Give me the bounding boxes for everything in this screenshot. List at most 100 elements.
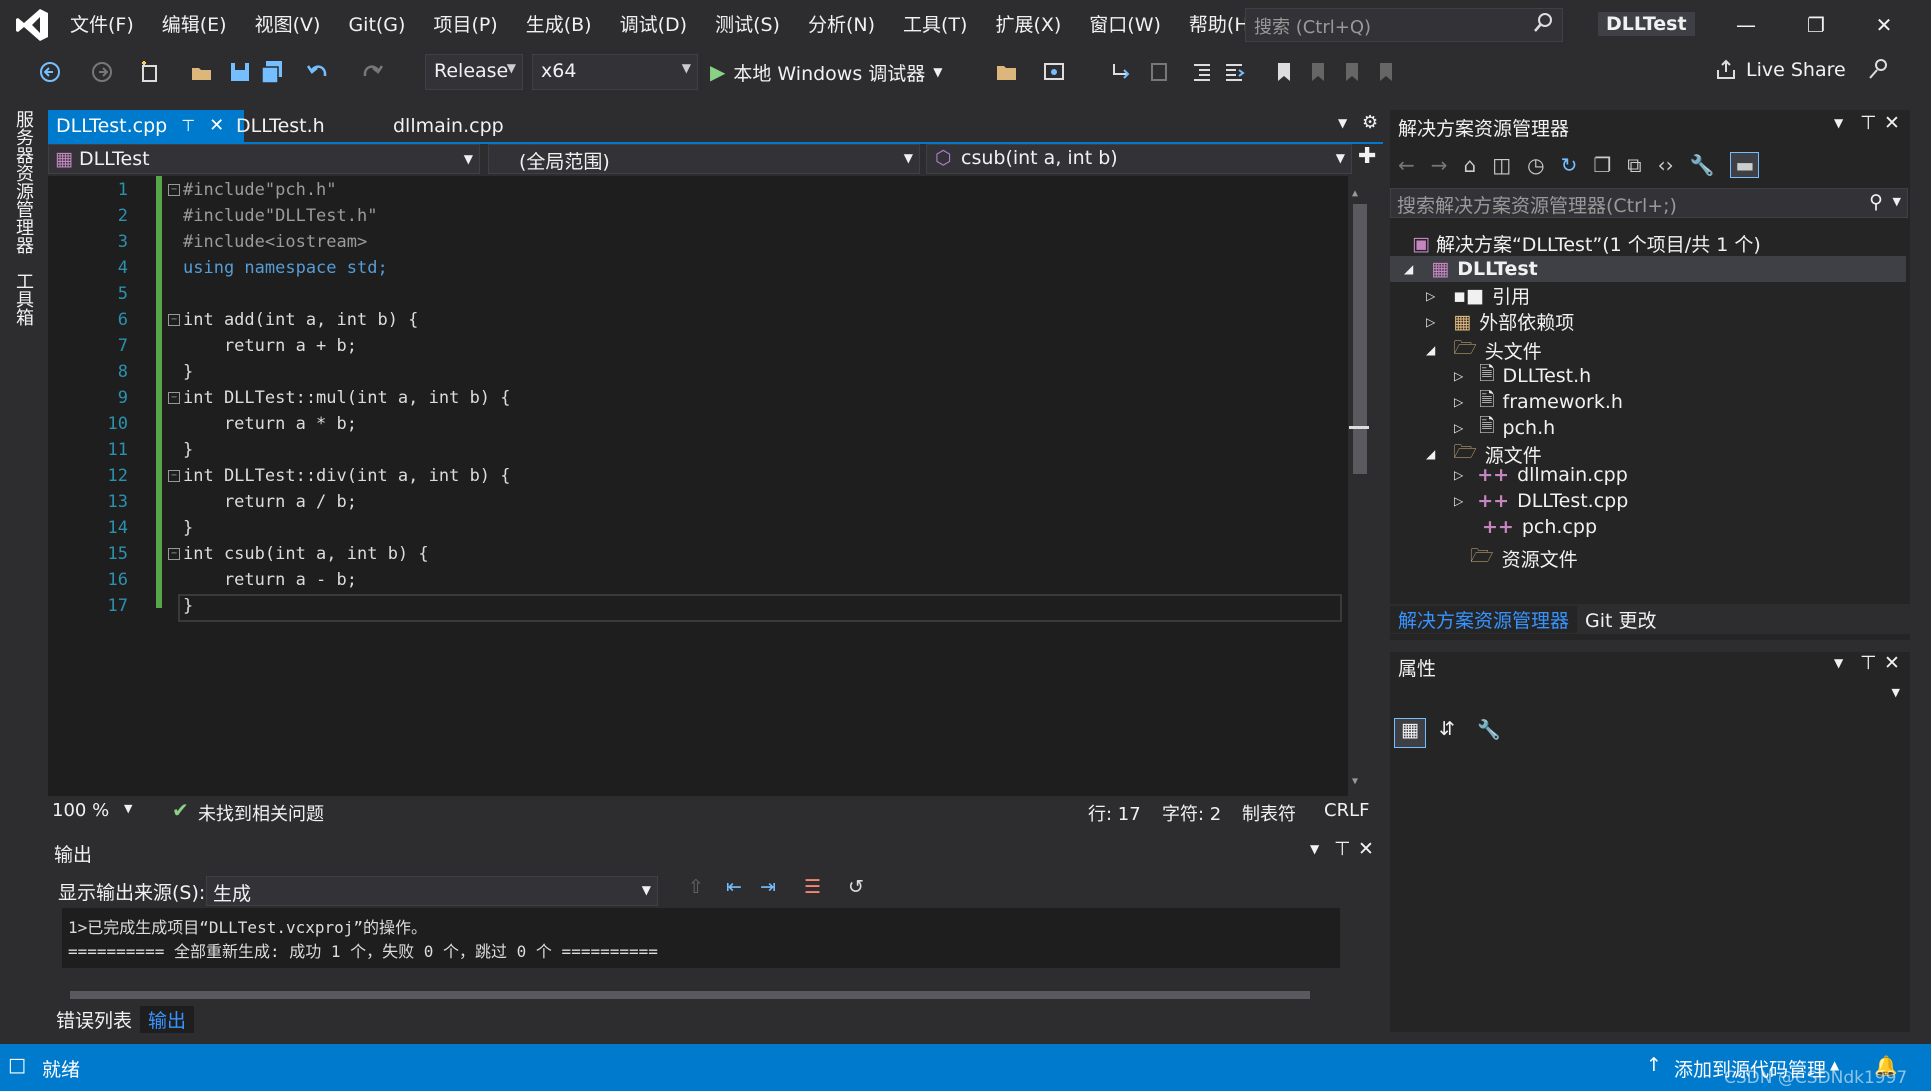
new-project-icon[interactable] [138,60,162,84]
chevron-down-icon[interactable]: ▼ [1834,656,1843,670]
tree-node-pch-cpp[interactable]: ++ pch.cpp [1482,516,1597,538]
collapse-toggle[interactable]: − [168,392,180,404]
open-folder-icon[interactable] [995,60,1019,84]
live-share-button[interactable]: Live Share [1714,58,1846,82]
server-explorer-tab[interactable]: 服务器资源管理器 [10,110,36,254]
menu-git[interactable]: Git(G) [334,0,419,50]
start-debugging-button[interactable]: ▶ 本地 Windows 调试器 ▼ [710,55,943,89]
menu-edit[interactable]: 编辑(E) [148,0,241,50]
navigate-back-icon[interactable] [38,60,62,84]
property-pages-icon[interactable]: 🔧 [1474,718,1504,746]
chevron-down-icon[interactable]: ▼ [124,802,132,815]
collapse-toggle[interactable]: − [168,470,180,482]
previous-bookmark-icon[interactable] [1306,60,1330,84]
forward-icon[interactable]: → [1431,153,1448,177]
solution-explorer-search[interactable]: 搜索解决方案资源管理器(Ctrl+;) ⚲ ▼ [1390,188,1908,218]
menu-test[interactable]: 测试(S) [701,0,794,50]
close-icon[interactable]: ✕ [1884,112,1900,134]
output-window-icon[interactable]: □ [8,1054,26,1076]
tree-node-dllmain-cpp[interactable]: ▷ ++ dllmain.cpp [1454,464,1628,486]
collapse-toggle[interactable]: − [168,184,180,196]
close-window-button[interactable]: ✕ [1864,10,1904,40]
preview-icon[interactable]: ▬ [1730,152,1760,178]
tab-error-list[interactable]: 错误列表 [48,1006,140,1033]
tree-node-references[interactable]: ▷ ▪■ 引用 [1426,282,1530,309]
step-over-icon[interactable] [1148,60,1172,84]
output-vertical-scrollbar[interactable] [1340,908,1362,988]
issues-indicator[interactable]: 未找到相关问题 [198,800,324,826]
editor-vertical-scrollbar[interactable]: ▲ ▼ [1348,176,1370,796]
show-all-files-icon[interactable]: ⧉ [1627,153,1641,177]
save-icon[interactable] [228,60,252,84]
tab-output[interactable]: 输出 [140,1005,195,1033]
solution-platform-dropdown[interactable]: x64 ▼ [532,54,698,90]
solution-configuration-dropdown[interactable]: Release ▼ [425,54,523,90]
minimize-button[interactable]: — [1726,10,1766,40]
clear-all-icon[interactable]: ☰ [804,876,821,898]
split-window-icon[interactable]: ✚ [1358,144,1376,169]
menu-tools[interactable]: 工具(T) [889,0,981,50]
next-message-icon[interactable]: ⇥ [760,876,776,898]
gear-icon[interactable]: ⚙ [1362,112,1378,133]
pin-icon[interactable]: ⊤ [1334,838,1351,860]
indent-mode-indicator[interactable]: 制表符 [1242,800,1296,826]
switch-views-icon[interactable]: ◫ [1492,153,1511,177]
browser-link-icon[interactable] [1042,60,1066,84]
tab-dlltest-h[interactable]: DLLTest.h [228,110,333,142]
tree-node-dlltest-cpp[interactable]: ▷ ++ DLLTest.cpp [1454,490,1628,512]
step-into-icon[interactable] [1110,60,1134,84]
project-node[interactable]: ◢ ▦ DLLTest [1390,256,1906,282]
menu-extensions[interactable]: 扩展(X) [981,0,1075,50]
back-icon[interactable]: ← [1398,153,1415,177]
restore-button[interactable]: ❐ [1796,10,1836,40]
home-icon[interactable]: ⌂ [1464,153,1477,177]
menu-file[interactable]: 文件(F) [56,0,148,50]
next-bookmark-icon[interactable] [1340,60,1364,84]
clear-bookmarks-icon[interactable] [1374,60,1398,84]
menu-window[interactable]: 窗口(W) [1075,0,1175,50]
undo-icon[interactable] [306,60,330,84]
view-code-icon[interactable]: ‹› [1658,153,1674,177]
chevron-down-icon[interactable]: ▼ [1834,116,1843,130]
scroll-down-icon[interactable]: ▼ [1352,776,1358,787]
pin-icon[interactable]: ⊤ [181,110,195,142]
scrollbar-thumb[interactable] [70,991,1310,999]
pin-icon[interactable]: ⊤ [1860,112,1877,134]
close-icon[interactable]: ✕ [1884,652,1900,674]
tab-dllmain-cpp[interactable]: dllmain.cpp [385,110,512,142]
indent-icon[interactable] [1190,60,1214,84]
pending-changes-icon[interactable]: ◷ [1527,153,1544,177]
zoom-dropdown[interactable]: 100 % [52,800,109,821]
collapse-all-icon[interactable]: ❐ [1593,153,1611,177]
save-all-icon[interactable] [260,60,284,84]
menu-analyze[interactable]: 分析(N) [794,0,889,50]
output-source-dropdown[interactable]: 生成 ▼ [206,876,658,906]
scrollbar-thumb[interactable] [1353,204,1367,474]
tab-list-chevron-icon[interactable]: ▼ [1338,116,1347,130]
line-ending-indicator[interactable]: CRLF [1324,800,1369,821]
open-file-icon[interactable] [190,60,214,84]
close-icon[interactable]: ✕ [209,110,224,142]
scope-dropdown[interactable]: (全局范围) ▼ [488,144,920,174]
properties-object-dropdown[interactable]: ▼ [1390,682,1910,710]
tree-node-resource-files[interactable]: 🗁 资源文件 [1454,542,1578,574]
outdent-icon[interactable] [1222,60,1246,84]
tree-node-external-deps[interactable]: ▷ ▦ 外部依赖项 [1426,308,1574,335]
menu-view[interactable]: 视图(V) [241,0,335,50]
tab-git-changes[interactable]: Git 更改 [1577,606,1665,633]
chevron-down-icon[interactable]: ▼ [1310,842,1319,856]
redo-icon[interactable] [360,60,384,84]
menu-project[interactable]: 项目(P) [419,0,511,50]
tab-dlltest-cpp[interactable]: DLLTest.cpp ⊤ ✕ [48,110,244,142]
scroll-up-icon[interactable]: ▲ [1352,188,1358,199]
code-editor[interactable]: 1 2 3 4 5 6 7 8 9 10 11 12 13 14 15 16 1… [48,176,1370,796]
menu-debug[interactable]: 调试(D) [606,0,701,50]
alphabetical-view-icon[interactable]: ⇵ [1432,718,1462,746]
solution-node[interactable]: ▣ 解决方案“DLLTest”(1 个项目/共 1 个) [1412,230,1761,257]
categorized-view-icon[interactable]: ▦ [1394,718,1426,748]
collapse-toggle[interactable]: − [168,314,180,326]
member-dropdown[interactable]: ⬡ csub(int a, int b) ▼ [926,144,1352,174]
feedback-icon[interactable] [1866,56,1892,82]
previous-message-icon[interactable]: ⇤ [726,876,742,898]
tab-solution-explorer[interactable]: 解决方案资源管理器 [1390,605,1578,633]
